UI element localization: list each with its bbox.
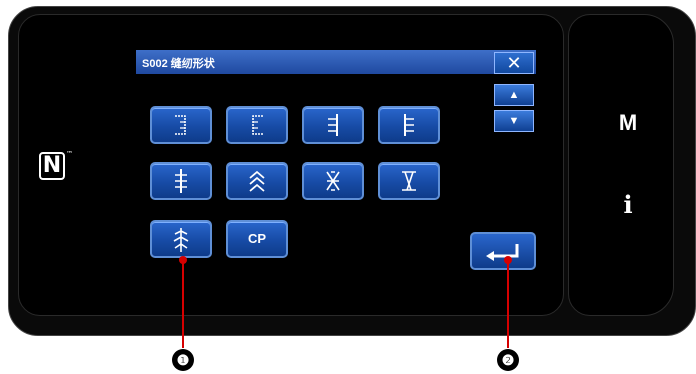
side-key-panel [568, 14, 674, 316]
cross-taper-icon [326, 171, 340, 191]
pattern-button-9[interactable] [150, 220, 212, 258]
nfc-letter: N [42, 153, 62, 178]
enter-icon [486, 244, 519, 261]
nfc-trademark: ™ [66, 150, 73, 158]
pattern-button-3[interactable] [302, 106, 364, 144]
callout-number-2: ❷ [497, 349, 519, 371]
info-key[interactable]: i [610, 190, 646, 219]
enter-button[interactable] [470, 232, 536, 270]
pattern-button-8[interactable] [378, 162, 440, 200]
cp-button[interactable]: CP [226, 220, 288, 258]
branch-taper-icon [173, 228, 189, 252]
pattern-button-7[interactable] [302, 162, 364, 200]
bar-tack-left-icon [404, 114, 414, 136]
pattern-button-1[interactable] [150, 106, 212, 144]
menu-key[interactable]: M [610, 110, 646, 136]
callout-line-2 [507, 262, 509, 348]
scroll-down-button[interactable]: ▼ [494, 110, 534, 132]
close-button[interactable]: ✕ [494, 52, 534, 74]
bar-tack-straight-icon [175, 169, 187, 193]
callout-number-1: ❶ [172, 349, 194, 371]
double-bracket-icon [402, 171, 416, 191]
cp-label: CP [247, 231, 267, 246]
scroll-up-button[interactable]: ▲ [494, 84, 534, 106]
callout-line-1 [182, 262, 184, 348]
bracket-open-left-icon [252, 115, 263, 135]
pattern-button-6[interactable] [226, 162, 288, 200]
pattern-button-2[interactable] [226, 106, 288, 144]
dialog-title: S002 缝纫形状 [142, 58, 215, 70]
pattern-button-4[interactable] [378, 106, 440, 144]
dialog-titlebar: S002 缝纫形状 [136, 50, 536, 74]
pattern-button-5[interactable] [150, 162, 212, 200]
bar-tack-right-icon [328, 114, 338, 136]
bracket-open-icon [175, 115, 186, 135]
zigzag-taper-icon [249, 170, 265, 192]
nfc-icon: N ™ [39, 150, 73, 180]
